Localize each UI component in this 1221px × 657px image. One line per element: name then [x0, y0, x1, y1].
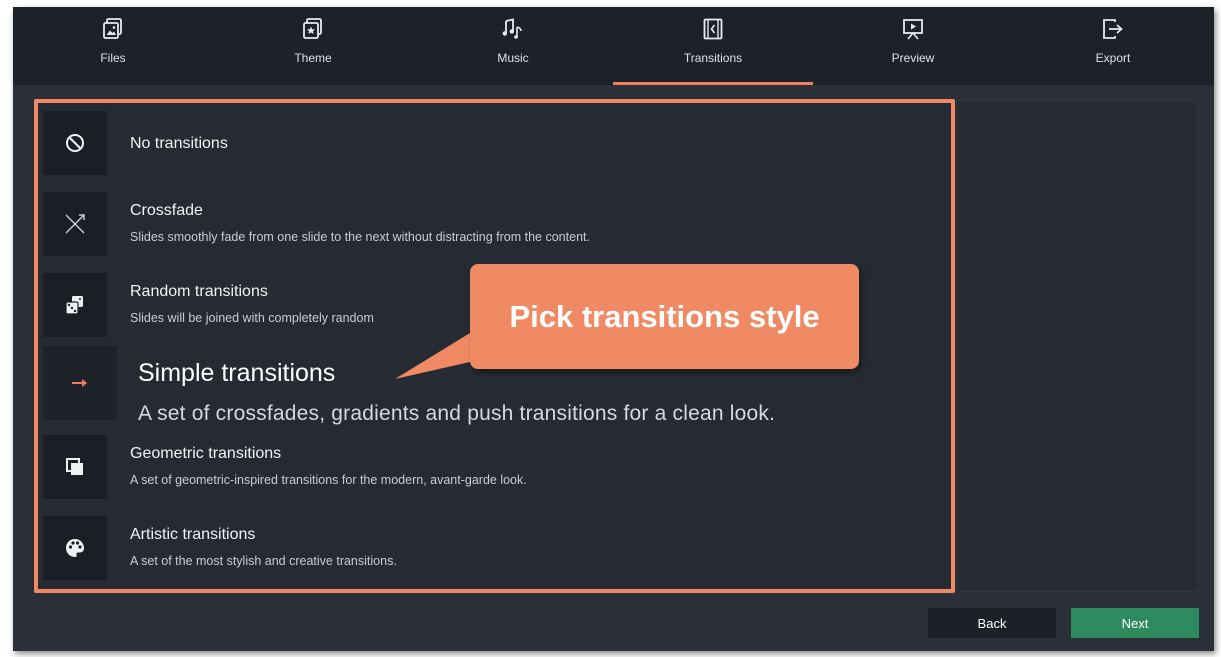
app-window: Files Theme Music Transitions Preview Ex… [13, 7, 1214, 651]
tab-label: Music [497, 51, 529, 65]
tab-theme[interactable]: Theme [213, 7, 413, 85]
list-item-artistic-transitions[interactable]: Artistic transitions A set of the most s… [43, 516, 943, 580]
callout-text: Pick transitions style [509, 298, 820, 334]
tab-export[interactable]: Export [1013, 7, 1213, 85]
item-description: A set of geometric-inspired transitions … [130, 473, 527, 487]
item-title: Simple transitions [138, 359, 336, 387]
item-description: A set of the most stylish and creative t… [130, 554, 397, 568]
item-description: A set of crossfades, gradients and push … [138, 402, 776, 425]
export-icon [1102, 17, 1124, 41]
list-item-no-transitions[interactable]: No transitions [43, 111, 943, 175]
item-title: Random transitions [130, 283, 268, 300]
palette-icon [43, 516, 107, 580]
transitions-icon [702, 17, 724, 41]
item-description: Slides smoothly fade from one slide to t… [130, 230, 590, 244]
callout-bubble: Pick transitions style [470, 264, 859, 369]
preview-side-panel [956, 100, 1198, 592]
crossfade-icon [43, 192, 107, 256]
tab-label: Export [1095, 51, 1131, 65]
item-title: Geometric transitions [130, 445, 282, 462]
item-title: Artistic transitions [130, 526, 256, 543]
back-button[interactable]: Back [928, 608, 1056, 638]
tab-bar: Files Theme Music Transitions Preview Ex… [13, 7, 1214, 85]
arrow-right-icon [43, 346, 117, 420]
preview-icon [902, 17, 924, 41]
list-item-geometric-transitions[interactable]: Geometric transitions A set of geometric… [43, 435, 943, 499]
music-icon [502, 17, 524, 41]
tab-label: Preview [891, 51, 935, 65]
next-button[interactable]: Next [1071, 608, 1199, 638]
item-title: Crossfade [130, 202, 203, 219]
tab-label: Files [100, 51, 126, 65]
tab-label: Transitions [683, 51, 743, 65]
tab-transitions[interactable]: Transitions [613, 7, 813, 85]
theme-icon [302, 17, 324, 41]
tab-music[interactable]: Music [413, 7, 613, 85]
no-entry-icon [43, 111, 107, 175]
item-description: Slides will be joined with completely ra… [130, 311, 374, 325]
squares-icon [43, 435, 107, 499]
tab-label: Theme [294, 51, 332, 65]
list-item-crossfade[interactable]: Crossfade Slides smoothly fade from one … [43, 192, 943, 256]
tab-preview[interactable]: Preview [813, 7, 1013, 85]
item-title: No transitions [130, 135, 228, 152]
dice-icon [43, 273, 107, 337]
files-icon [102, 17, 124, 41]
tab-files[interactable]: Files [13, 7, 213, 85]
